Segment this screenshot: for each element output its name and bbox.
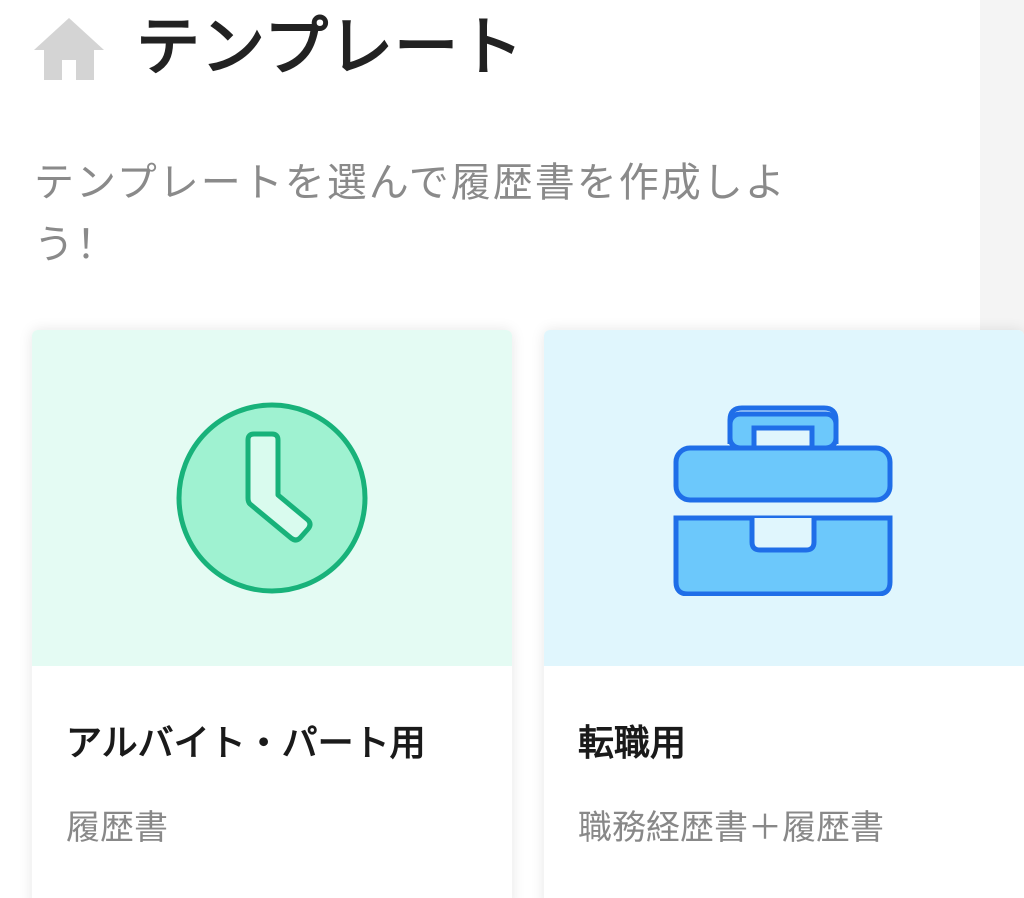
page-subtitle: テンプレートを選んで履歴書を作成しよう！	[34, 160, 787, 268]
page-title: テンプレート	[136, 11, 525, 85]
card-description: 履歴書	[66, 808, 168, 848]
clock-icon	[176, 402, 368, 594]
card-hero	[32, 330, 512, 666]
template-card-part-time[interactable]: アルバイト・パート用 履歴書	[32, 330, 512, 898]
card-hero	[544, 330, 1024, 666]
template-page: テンプレート テンプレートを選んで履歴書を作成しよう！ アルバイト・パート用 履…	[0, 0, 1024, 898]
page-header: テンプレート	[30, 6, 524, 90]
template-card-career-change[interactable]: 転職用 職務経歴書＋履歴書	[544, 330, 1024, 898]
home-icon[interactable]	[30, 12, 108, 84]
card-title: アルバイト・パート用	[66, 723, 426, 764]
toolbox-icon	[673, 405, 893, 596]
card-description: 職務経歴書＋履歴書	[578, 808, 884, 848]
card-title: 転職用	[578, 723, 687, 764]
